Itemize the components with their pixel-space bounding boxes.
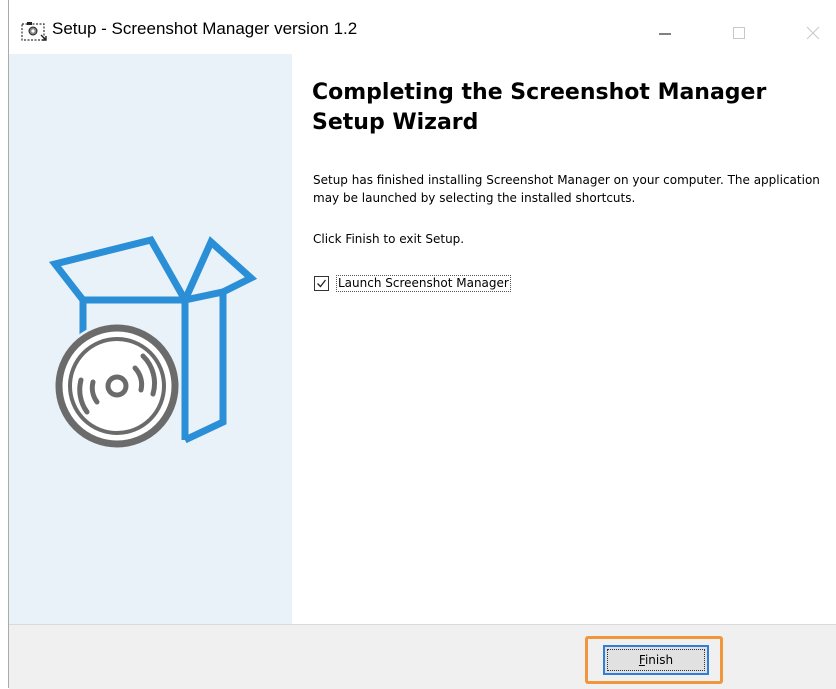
window-title: Setup - Screenshot Manager version 1.2 — [52, 19, 358, 38]
launch-checkbox-row[interactable]: Launch Screenshot Manager — [314, 273, 511, 293]
wizard-footer: Finish — [9, 624, 836, 689]
title-bar[interactable]: Setup - Screenshot Manager version 1.2 — [9, 0, 836, 54]
app-icon — [21, 21, 47, 43]
minimize-button[interactable] — [637, 9, 693, 54]
launch-checkbox[interactable] — [314, 275, 329, 291]
wizard-sidebar — [9, 54, 292, 624]
close-icon — [806, 26, 820, 40]
maximize-icon — [733, 27, 745, 39]
checkmark-icon — [317, 279, 327, 287]
wizard-content: Completing the Screenshot Manager Setup … — [292, 54, 836, 624]
close-button[interactable] — [785, 9, 836, 54]
launch-checkbox-label[interactable]: Launch Screenshot Manager — [336, 274, 511, 292]
exit-instruction: Click Finish to exit Setup. — [313, 232, 465, 246]
maximize-button[interactable] — [711, 9, 767, 54]
minimize-icon — [659, 33, 671, 35]
finish-button[interactable]: Finish — [603, 645, 709, 675]
software-box-icon — [48, 235, 258, 450]
finish-button-label: Finish — [638, 653, 674, 667]
page-title: Completing the Screenshot Manager Setup … — [312, 80, 767, 135]
setup-window: Setup - Screenshot Manager version 1.2 C… — [8, 0, 836, 689]
finished-message: Setup has finished installing Screenshot… — [313, 173, 820, 205]
